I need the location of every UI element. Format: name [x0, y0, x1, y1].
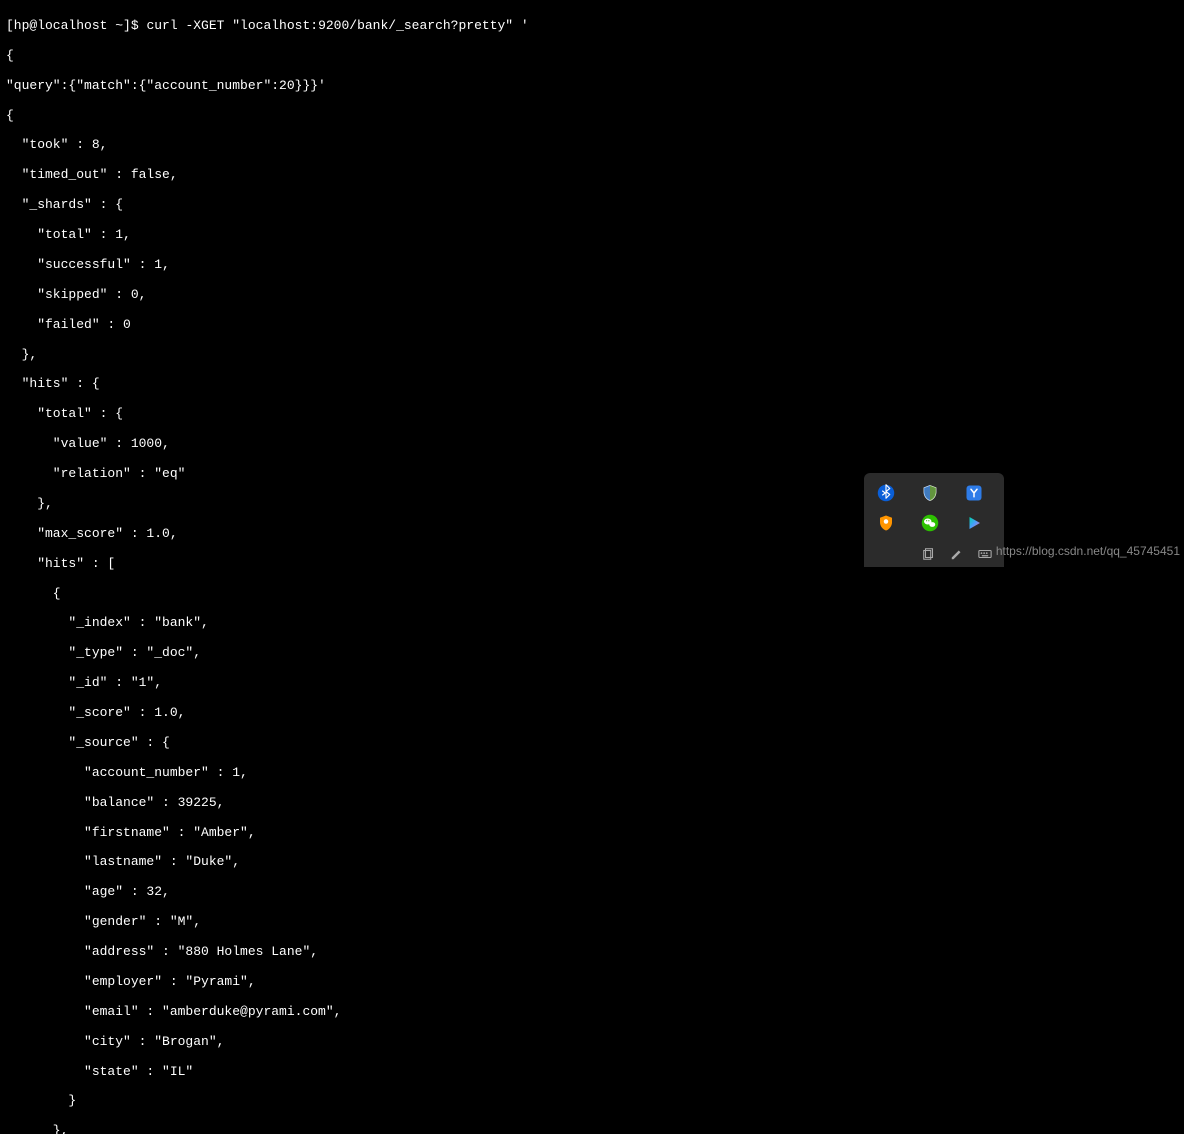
json-line: "firstname" : "Amber",	[6, 826, 1178, 841]
json-line: "timed_out" : false,	[6, 168, 1178, 183]
prompt-line: [hp@localhost ~]$ curl -XGET "localhost:…	[6, 19, 1178, 34]
json-line: },	[6, 348, 1178, 363]
json-line: "failed" : 0	[6, 318, 1178, 333]
json-line: "_index" : "bank",	[6, 616, 1178, 631]
command-text: curl -XGET "localhost:9200/bank/_search?…	[146, 18, 528, 33]
edit-icon[interactable]	[950, 547, 964, 561]
json-line: "age" : 32,	[6, 885, 1178, 900]
json-line: "employer" : "Pyrami",	[6, 975, 1178, 990]
json-line: },	[6, 1124, 1178, 1134]
json-line: "_score" : 1.0,	[6, 706, 1178, 721]
json-line: "value" : 1000,	[6, 437, 1178, 452]
json-line: "_type" : "_doc",	[6, 646, 1178, 661]
terminal-output: [hp@localhost ~]$ curl -XGET "localhost:…	[0, 0, 1184, 1134]
watermark-text: https://blog.csdn.net/qq_45745451	[996, 545, 1180, 559]
json-line: "account_number" : 1,	[6, 766, 1178, 781]
json-line: "lastname" : "Duke",	[6, 855, 1178, 870]
json-line: "hits" : {	[6, 377, 1178, 392]
player-icon[interactable]	[964, 513, 984, 533]
json-line: "_shards" : {	[6, 198, 1178, 213]
defender-icon[interactable]	[920, 483, 940, 503]
json-line: {	[6, 587, 1178, 602]
huorong-icon[interactable]	[876, 513, 896, 533]
command-body: "query":{"match":{"account_number":20}}}…	[6, 79, 1178, 94]
command-body-open: {	[6, 49, 1178, 64]
json-line: "took" : 8,	[6, 138, 1178, 153]
json-line: {	[6, 109, 1178, 124]
json-line: "city" : "Brogan",	[6, 1035, 1178, 1050]
json-line: "gender" : "M",	[6, 915, 1178, 930]
json-line: "skipped" : 0,	[6, 288, 1178, 303]
json-line: "balance" : 39225,	[6, 796, 1178, 811]
json-line: "_id" : "1",	[6, 676, 1178, 691]
system-tray[interactable]	[864, 473, 1004, 567]
copy-icon[interactable]	[922, 547, 936, 561]
todesk-icon[interactable]	[964, 483, 984, 503]
keyboard-icon[interactable]	[978, 547, 992, 561]
json-line: "total" : 1,	[6, 228, 1178, 243]
json-line: "total" : {	[6, 407, 1178, 422]
json-line: }	[6, 1094, 1178, 1109]
wechat-icon[interactable]	[920, 513, 940, 533]
json-line: "successful" : 1,	[6, 258, 1178, 273]
json-line: "address" : "880 Holmes Lane",	[6, 945, 1178, 960]
bluetooth-icon[interactable]	[876, 483, 896, 503]
shell-prompt: [hp@localhost ~]$	[6, 18, 146, 33]
json-line: "_source" : {	[6, 736, 1178, 751]
json-line: "state" : "IL"	[6, 1065, 1178, 1080]
json-line: "email" : "amberduke@pyrami.com",	[6, 1005, 1178, 1020]
